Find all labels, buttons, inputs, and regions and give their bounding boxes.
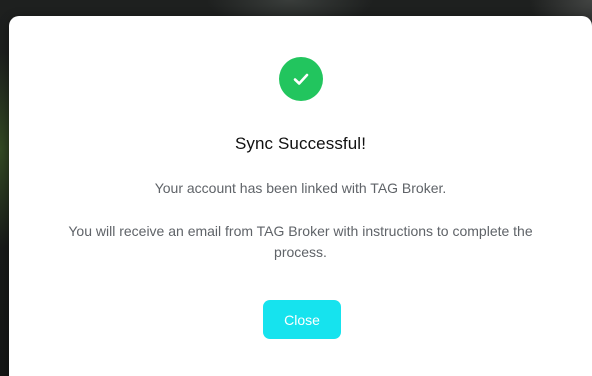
sync-success-dialog: Sync Successful! Your account has been l…	[9, 16, 592, 376]
linked-message: Your account has been linked with TAG Br…	[154, 180, 447, 196]
email-instructions-message: You will receive an email from TAG Broke…	[68, 223, 533, 260]
check-circle-icon	[279, 57, 323, 101]
dialog-title: Sync Successful!	[234, 134, 367, 153]
close-button[interactable]: Close	[263, 300, 341, 339]
